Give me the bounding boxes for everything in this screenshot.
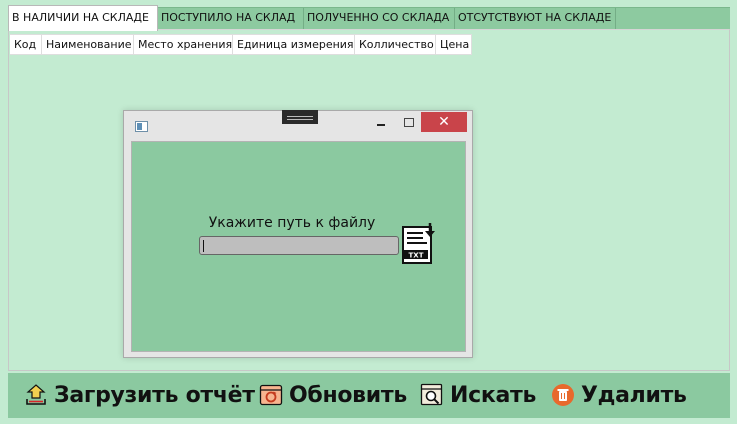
upload-report-button[interactable]: Загрузить отчёт [24, 379, 255, 411]
tab-strip: В НАЛИЧИИ НА СКЛАДЕ ПОСТУПИЛО НА СКЛАД П… [8, 5, 730, 31]
refresh-button[interactable]: Обновить [259, 379, 407, 411]
column-header-location[interactable]: Место хранения [134, 35, 233, 54]
file-path-dialog: ✕ Укажите путь к файлу TXT [123, 110, 473, 358]
refresh-icon [259, 384, 283, 406]
column-header-quantity[interactable]: Колличество [355, 35, 436, 54]
search-button[interactable]: Искать [420, 379, 536, 411]
column-header-code[interactable]: Код [10, 35, 42, 54]
upload-icon [26, 384, 46, 405]
grid-header: Код Наименование Место хранения Единица … [10, 34, 472, 55]
tab-issued[interactable]: ПОЛУЧЕННО СО СКЛАДА [304, 8, 455, 29]
maximize-button[interactable] [404, 118, 414, 127]
column-header-price[interactable]: Цена [436, 35, 472, 54]
upload-report-label: Загрузить отчёт [54, 382, 255, 408]
tab-received[interactable]: ПОСТУПИЛО НА СКЛАД [158, 8, 304, 29]
app-window-icon [135, 121, 148, 132]
tab-missing[interactable]: ОТСУТСТВУЮТ НА СКЛАДЕ [455, 8, 616, 29]
txt-file-icon-label: TXT [409, 252, 424, 260]
delete-button[interactable]: Удалить [551, 379, 687, 411]
dialog-grip-handle[interactable] [282, 110, 318, 124]
delete-label: Удалить [581, 382, 687, 408]
search-icon [420, 383, 443, 406]
txt-file-icon[interactable]: TXT [401, 222, 437, 270]
column-header-name[interactable]: Наименование [42, 35, 134, 54]
close-button[interactable]: ✕ [421, 112, 467, 132]
column-header-unit[interactable]: Единица измерения [233, 35, 355, 54]
search-label: Искать [450, 382, 537, 408]
bottom-toolbar: Загрузить отчёт Обновить Искать Удалить [8, 373, 730, 418]
dialog-body: Укажите путь к файлу TXT [131, 141, 466, 352]
file-path-prompt: Укажите путь к файлу [208, 215, 376, 231]
minimize-button[interactable] [377, 124, 385, 126]
trash-icon [552, 384, 574, 406]
main-window: В НАЛИЧИИ НА СКЛАДЕ ПОСТУПИЛО НА СКЛАД П… [0, 0, 737, 424]
tab-in-stock[interactable]: В НАЛИЧИИ НА СКЛАДЕ [8, 5, 158, 31]
file-path-input[interactable] [199, 236, 399, 255]
refresh-label: Обновить [289, 382, 407, 408]
